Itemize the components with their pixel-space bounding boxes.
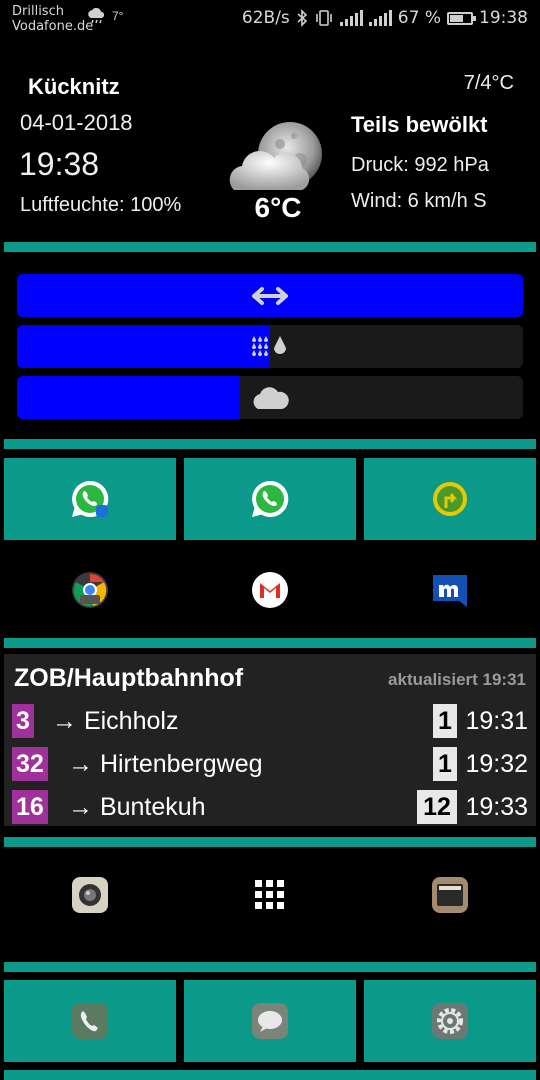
platform-badge: 1 <box>433 747 457 781</box>
bar-cloud[interactable] <box>17 376 523 419</box>
divider <box>4 962 536 972</box>
status-time: 19:38 <box>479 8 528 28</box>
departure-row: 32 → Hirtenbergweg 1 19:32 <box>12 747 528 781</box>
app-mail[interactable] <box>430 570 470 610</box>
carrier-line1: Drillisch <box>12 4 64 19</box>
battery-percent: 67 % <box>397 8 441 28</box>
weather-location[interactable]: Kücknitz <box>28 74 120 100</box>
message-icon <box>252 1003 288 1039</box>
net-speed: 62B/s <box>241 8 290 28</box>
cloud-rain-icon <box>88 8 105 24</box>
app-gmail[interactable] <box>250 570 290 610</box>
divider <box>4 837 536 847</box>
bar-data-usage[interactable] <box>17 274 523 317</box>
bluetooth-icon <box>297 9 307 27</box>
signal-icon-2 <box>368 10 392 26</box>
app-chrome-beta[interactable] <box>70 570 110 610</box>
app-grid-icon <box>255 880 284 909</box>
whatsapp-icon <box>72 480 109 517</box>
cloud-icon <box>253 386 289 409</box>
line-badge: 32 <box>12 747 48 781</box>
carrier-line2: Vodafone.de <box>12 19 94 34</box>
departure-destination: → Buntekuh <box>68 793 206 821</box>
departure-row: 3 → Eichholz 1 19:31 <box>12 704 528 738</box>
transit-widget[interactable]: ZOB/Hauptbahnhof aktualisiert 19:31 3 → … <box>4 654 536 826</box>
transit-updated: aktualisiert 19:31 <box>388 670 526 689</box>
weather-condition: Teils bewölkt <box>351 112 488 137</box>
divider <box>4 242 536 252</box>
weather-pressure: Druck: 992 hPa <box>351 154 489 176</box>
phone-icon <box>72 1003 108 1039</box>
tile-whatsapp-business[interactable] <box>4 458 176 540</box>
status-weather: 7° <box>86 8 123 24</box>
drops-icon <box>252 335 286 356</box>
app-gallery[interactable] <box>430 875 470 915</box>
divider <box>4 638 536 648</box>
departure-time: 19:32 <box>465 750 528 778</box>
weather-humidity: Luftfeuchte: 100% <box>20 194 182 216</box>
gmail-icon <box>252 572 288 608</box>
gear-icon <box>432 1003 468 1039</box>
app-camera[interactable] <box>70 875 110 915</box>
tile-whatsapp[interactable] <box>184 458 356 540</box>
carrier-label: Drillisch Vodafone.de <box>12 4 93 34</box>
signal-icon-1 <box>339 10 363 26</box>
status-icons: 62B/s 67 % 19:38 <box>242 8 528 28</box>
weather-wind: Wind: 6 km/h S <box>351 190 487 212</box>
tile-phone[interactable] <box>4 980 176 1062</box>
navigation-icon <box>433 482 467 516</box>
gallery-icon <box>432 877 468 913</box>
chrome-beta-icon <box>72 572 108 608</box>
divider <box>4 439 536 449</box>
platform-badge: 12 <box>417 790 457 824</box>
whatsapp-icon <box>252 480 289 517</box>
departure-destination: → Eichholz <box>52 707 179 735</box>
transit-station: ZOB/Hauptbahnhof <box>14 664 244 692</box>
tile-settings[interactable] <box>364 980 536 1062</box>
vibrate-icon <box>315 10 332 26</box>
departure-time: 19:33 <box>465 793 528 821</box>
line-badge: 16 <box>12 790 48 824</box>
arrows-icon <box>252 286 288 305</box>
divider <box>4 1070 536 1080</box>
status-weather-temp: 7° <box>112 9 124 23</box>
tile-navigation[interactable] <box>364 458 536 540</box>
weather-range: 7/4°C <box>463 72 514 94</box>
camera-icon <box>72 877 108 913</box>
app-drawer[interactable] <box>250 875 290 915</box>
bar-rain[interactable] <box>17 325 523 368</box>
departure-row: 16 → Buntekuh 12 19:33 <box>12 790 528 824</box>
line-badge: 3 <box>12 704 34 738</box>
mail-m-icon <box>433 575 467 607</box>
departure-time: 19:31 <box>465 707 528 735</box>
battery-icon <box>447 11 476 25</box>
weather-temperature: 6°C <box>254 192 302 223</box>
tile-messages[interactable] <box>184 980 356 1062</box>
weather-date: 04-01-2018 <box>20 110 133 135</box>
weather-time[interactable]: 19:38 <box>19 146 99 183</box>
departure-destination: → Hirtenbergweg <box>68 750 263 778</box>
platform-badge: 1 <box>433 704 457 738</box>
